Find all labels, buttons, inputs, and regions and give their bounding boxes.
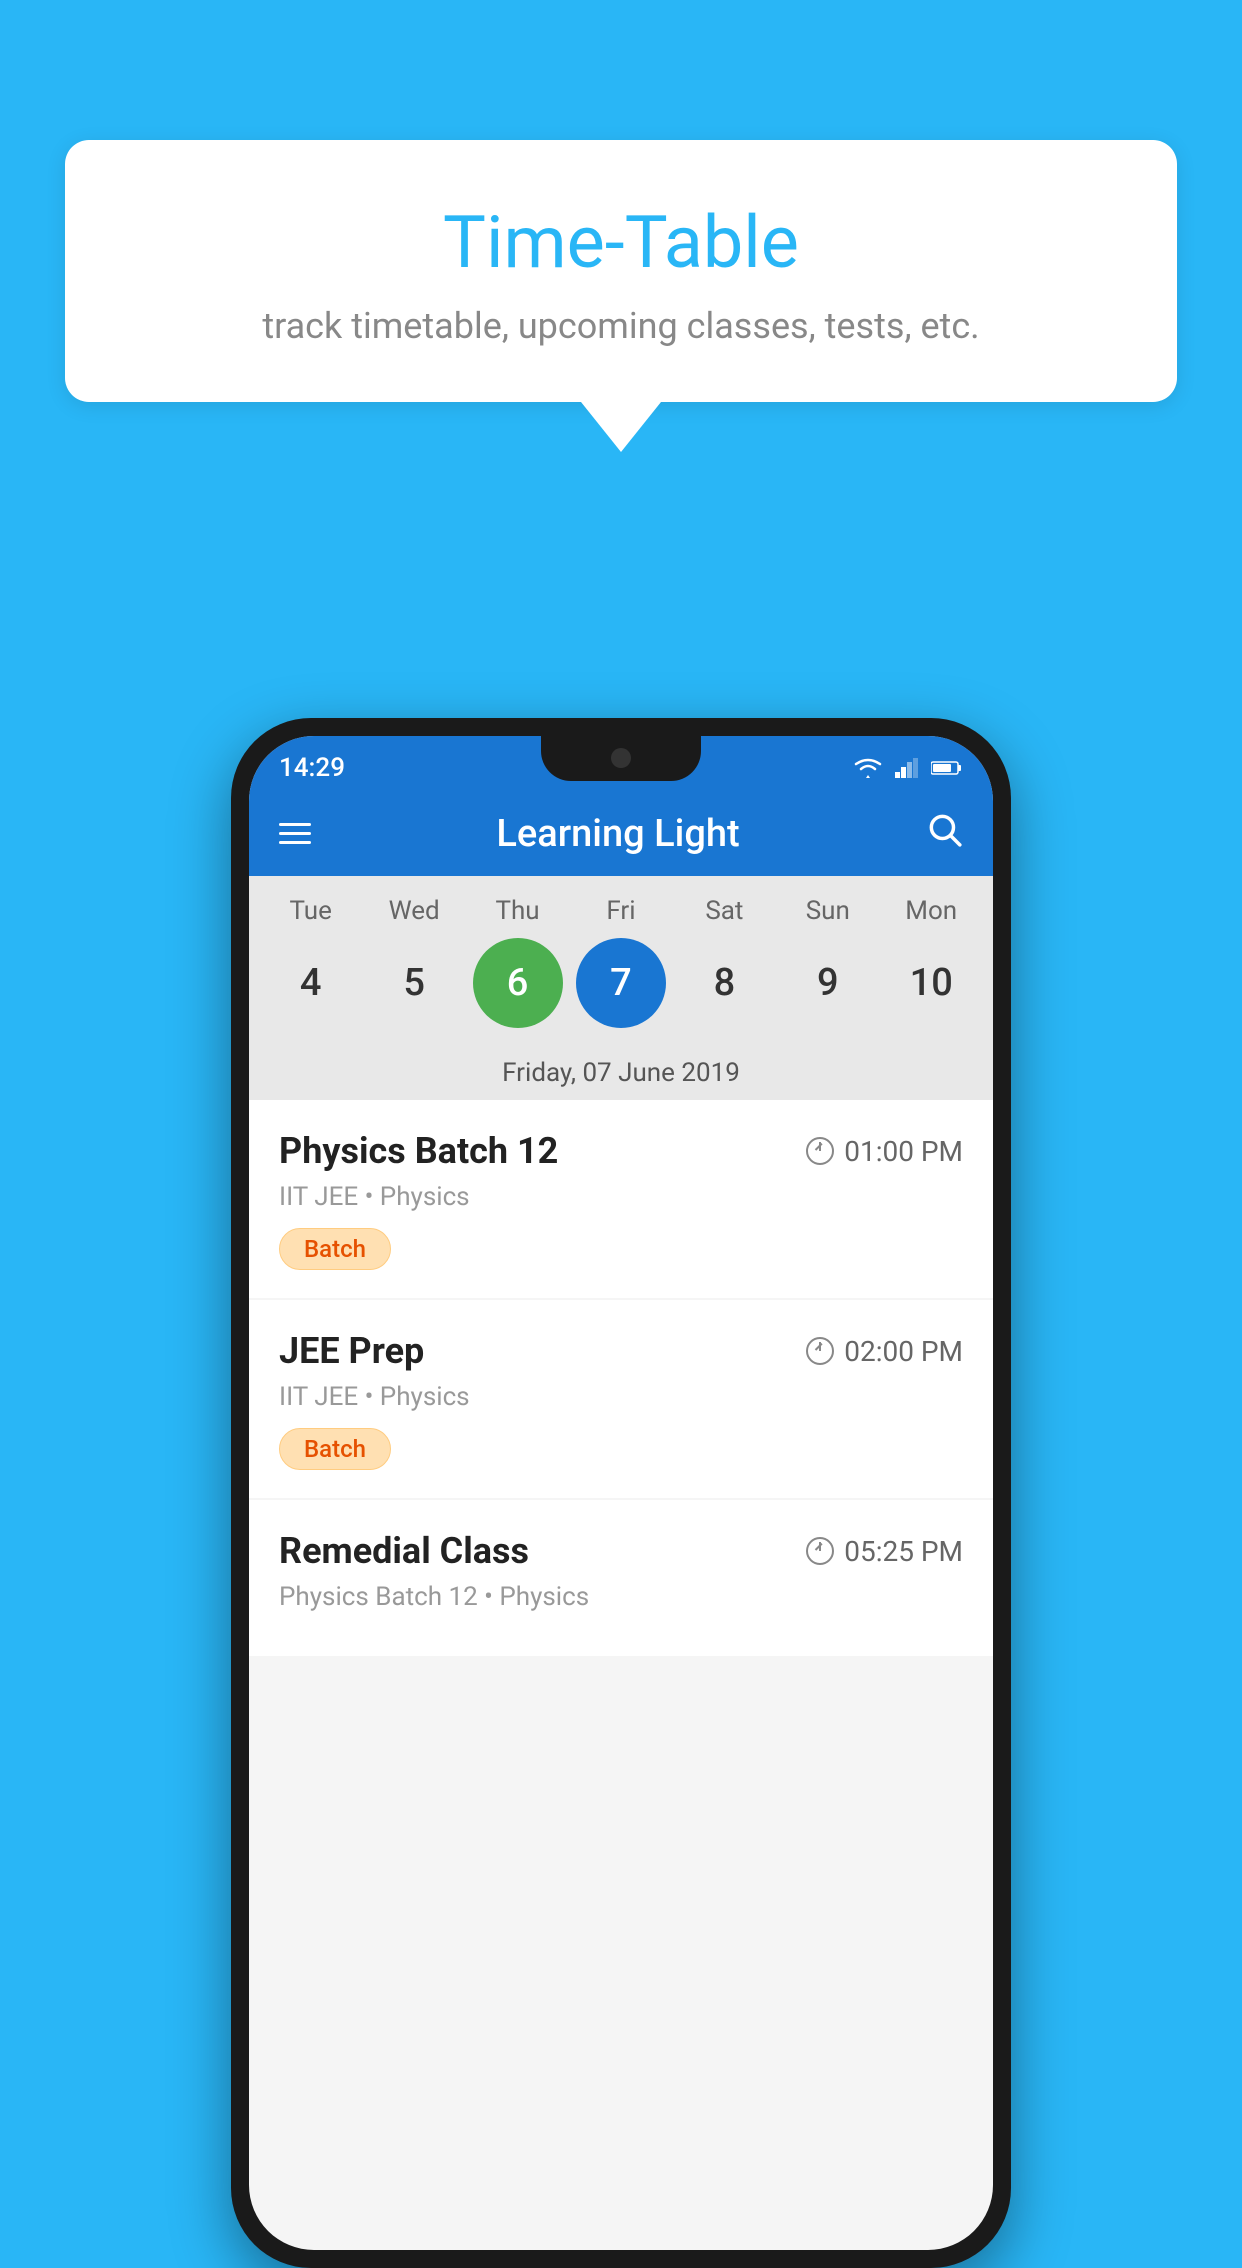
phone-frame: 14:29 <box>231 718 1011 2268</box>
clock-icon-2 <box>806 1337 834 1365</box>
schedule-item-1-time: 01:00 PM <box>806 1135 963 1168</box>
schedule-item-1[interactable]: Physics Batch 12 01:00 PM IIT JEE • Phys… <box>249 1100 993 1298</box>
battery-icon <box>931 760 963 776</box>
calendar-day-5[interactable]: 5 <box>369 938 459 1028</box>
menu-icon-line1 <box>279 823 311 826</box>
calendar-date-label: Friday, 07 June 2019 <box>249 1048 993 1100</box>
day-numbers-row: 4 5 6 7 8 9 10 <box>259 938 983 1028</box>
day-label-sat: Sat <box>679 896 769 926</box>
status-icons <box>853 757 963 779</box>
schedule-item-1-subtitle: IIT JEE • Physics <box>279 1182 963 1212</box>
calendar-week: Tue Wed Thu Fri Sat Sun Mon 4 5 6 7 8 9 … <box>249 876 993 1048</box>
menu-icon-line3 <box>279 841 311 844</box>
schedule-item-1-header: Physics Batch 12 01:00 PM <box>279 1130 963 1172</box>
phone-notch <box>541 736 701 781</box>
calendar-day-4[interactable]: 4 <box>266 938 356 1028</box>
schedule-item-1-title: Physics Batch 12 <box>279 1130 558 1172</box>
day-label-tue: Tue <box>266 896 356 926</box>
day-label-mon: Mon <box>886 896 976 926</box>
clock-icon-3 <box>806 1537 834 1565</box>
clock-icon-1 <box>806 1137 834 1165</box>
search-icon <box>925 810 963 848</box>
calendar-day-9[interactable]: 9 <box>783 938 873 1028</box>
schedule-item-1-badge: Batch <box>279 1228 391 1270</box>
calendar-day-10[interactable]: 10 <box>886 938 976 1028</box>
day-label-thu: Thu <box>473 896 563 926</box>
schedule-item-3[interactable]: Remedial Class 05:25 PM Physics Batch 12… <box>249 1500 993 1656</box>
schedule-item-2-header: JEE Prep 02:00 PM <box>279 1330 963 1372</box>
schedule-item-1-time-text: 01:00 PM <box>844 1135 963 1168</box>
schedule-item-2[interactable]: JEE Prep 02:00 PM IIT JEE • Physics Batc… <box>249 1300 993 1498</box>
schedule-item-3-time: 05:25 PM <box>806 1535 963 1568</box>
schedule-item-2-time-text: 02:00 PM <box>844 1335 963 1368</box>
day-label-wed: Wed <box>369 896 459 926</box>
speech-bubble: Time-Table track timetable, upcoming cla… <box>65 140 1177 402</box>
app-bar: Learning Light <box>249 791 993 876</box>
schedule-item-3-subtitle: Physics Batch 12 • Physics <box>279 1582 963 1612</box>
schedule-item-3-header: Remedial Class 05:25 PM <box>279 1530 963 1572</box>
speech-bubble-container: Time-Table track timetable, upcoming cla… <box>65 140 1177 452</box>
menu-button[interactable] <box>279 823 311 844</box>
calendar-day-6[interactable]: 6 <box>473 938 563 1028</box>
phone-screen: 14:29 <box>249 736 993 2250</box>
search-button[interactable] <box>925 810 963 858</box>
schedule-list: Physics Batch 12 01:00 PM IIT JEE • Phys… <box>249 1100 993 1658</box>
day-label-fri: Fri <box>576 896 666 926</box>
wifi-icon <box>853 757 883 779</box>
menu-icon-line2 <box>279 832 311 835</box>
calendar-day-7[interactable]: 7 <box>576 938 666 1028</box>
schedule-item-2-subtitle: IIT JEE • Physics <box>279 1382 963 1412</box>
app-bar-title: Learning Light <box>311 812 925 856</box>
day-label-sun: Sun <box>783 896 873 926</box>
speech-bubble-arrow <box>581 402 661 452</box>
speech-bubble-subtitle: track timetable, upcoming classes, tests… <box>105 305 1137 347</box>
day-labels-row: Tue Wed Thu Fri Sat Sun Mon <box>259 896 983 926</box>
speech-bubble-title: Time-Table <box>105 200 1137 285</box>
schedule-item-3-time-text: 05:25 PM <box>844 1535 963 1568</box>
status-time: 14:29 <box>279 753 345 783</box>
schedule-item-2-title: JEE Prep <box>279 1330 424 1372</box>
schedule-item-2-time: 02:00 PM <box>806 1335 963 1368</box>
front-camera <box>611 748 631 768</box>
schedule-item-3-title: Remedial Class <box>279 1530 529 1572</box>
calendar-day-8[interactable]: 8 <box>679 938 769 1028</box>
schedule-item-2-badge: Batch <box>279 1428 391 1470</box>
signal-icon <box>895 758 919 778</box>
